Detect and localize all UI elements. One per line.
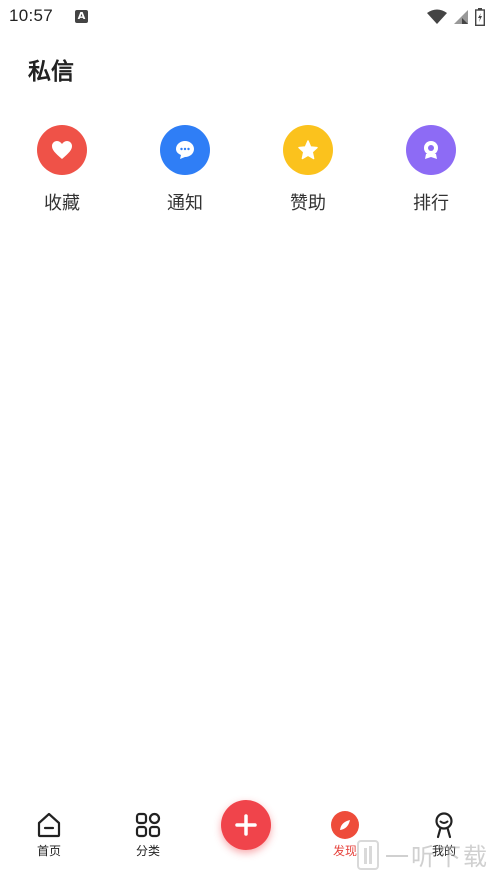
ranking-button[interactable]: 排行 xyxy=(391,125,471,215)
screen: 10:57 A 私信 收藏 通知 赞助 排行 首页 分类 发现 我的 一听下载 xyxy=(0,0,493,876)
nav-label-category: 分类 xyxy=(135,844,160,858)
discover-icon-wrap xyxy=(330,810,360,840)
notifications-button[interactable]: 通知 xyxy=(145,125,225,215)
favorites-label: 收藏 xyxy=(44,193,80,214)
sponsor-button[interactable]: 赞助 xyxy=(268,125,348,215)
star-icon xyxy=(298,140,318,160)
plus-icon xyxy=(235,814,257,836)
grid-icon xyxy=(133,810,163,840)
discover-icon xyxy=(331,811,359,839)
nav-item-home[interactable]: 首页 xyxy=(14,810,84,859)
wifi-icon xyxy=(427,9,447,24)
cellular-signal-icon xyxy=(454,10,468,24)
notifications-icon-circle xyxy=(160,125,210,175)
status-bar: 10:57 A xyxy=(0,0,493,34)
heart-icon xyxy=(52,141,72,159)
chat-bubble-icon xyxy=(176,141,194,159)
status-time: 10:57 xyxy=(9,6,54,25)
status-icons xyxy=(427,7,485,27)
quick-actions: 收藏 通知 赞助 排行 xyxy=(0,125,493,220)
watermark-text: 一听下载 xyxy=(385,843,489,871)
page-title: 私信 xyxy=(28,59,74,85)
sponsor-label: 赞助 xyxy=(290,193,326,214)
add-post-button[interactable] xyxy=(221,800,271,850)
profile-icon xyxy=(429,810,459,840)
nav-item-category[interactable]: 分类 xyxy=(113,810,183,859)
watermark: 一听下载 xyxy=(357,837,489,872)
watermark-logo-icon xyxy=(357,839,379,870)
nav-label-home: 首页 xyxy=(36,844,61,858)
favorites-button[interactable]: 收藏 xyxy=(22,125,102,215)
trophy-icon xyxy=(424,141,438,159)
home-icon xyxy=(34,810,64,840)
ranking-label: 排行 xyxy=(413,193,449,214)
notification-a-icon: A xyxy=(75,10,88,23)
battery-icon xyxy=(475,8,485,26)
notifications-label: 通知 xyxy=(167,193,203,214)
ranking-icon-circle xyxy=(406,125,456,175)
favorites-icon-circle xyxy=(37,125,87,175)
sponsor-icon-circle xyxy=(283,125,333,175)
